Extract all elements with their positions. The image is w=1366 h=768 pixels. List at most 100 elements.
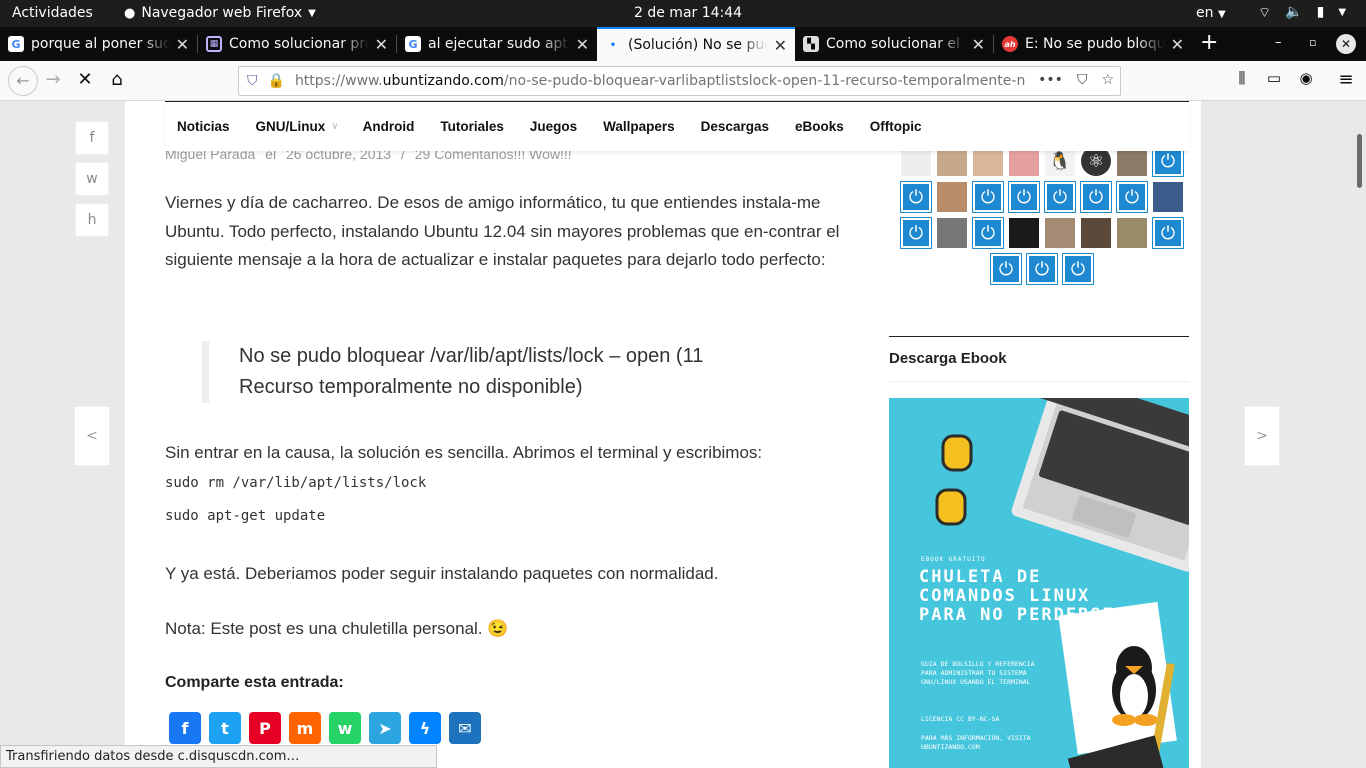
avatar[interactable] <box>1009 218 1039 248</box>
telegram-share-button[interactable]: ➤ <box>369 712 401 744</box>
clapper-icon: ▚ <box>803 36 819 52</box>
tab-bar: G porque al poner sudo ✕ ▦ Como solucion… <box>0 27 1366 61</box>
chevron-down-icon: ▼ <box>1338 7 1347 18</box>
menu-item[interactable]: Tutoriales <box>440 119 504 134</box>
forward-button[interactable]: → <box>41 69 65 90</box>
tab-2[interactable]: ▦ Como solucionar pro ✕ <box>198 27 396 61</box>
power-icon[interactable]: ⏻ <box>973 218 1003 248</box>
back-button[interactable]: ← <box>8 66 38 96</box>
tab-title: E: No se pudo bloque <box>1025 36 1165 52</box>
power-icon[interactable]: ⏻ <box>1009 182 1039 212</box>
pinterest-share-button[interactable]: P <box>249 712 281 744</box>
power-icon[interactable]: ⏻ <box>1045 182 1075 212</box>
language-label: en <box>1196 5 1214 21</box>
hamburger-menu-icon[interactable]: ≡ <box>1334 69 1358 90</box>
chevron-down-icon: ∨ <box>331 121 339 132</box>
system-tray[interactable]: ⌔ 🔈 ▮ ▼ <box>1258 4 1346 22</box>
minimize-button[interactable]: – <box>1275 35 1282 50</box>
power-icon[interactable]: ⏻ <box>1153 218 1183 248</box>
close-icon[interactable]: ✕ <box>1171 35 1184 54</box>
more-actions-icon[interactable]: ••• <box>1038 72 1063 88</box>
meneame-share-button[interactable]: m <box>289 712 321 744</box>
close-icon[interactable]: ✕ <box>576 35 589 54</box>
avatar[interactable] <box>1153 182 1183 212</box>
menu-item[interactable]: Android <box>363 119 415 134</box>
next-post-arrow[interactable]: > <box>1244 406 1280 466</box>
app-name: Navegador web Firefox <box>141 5 303 21</box>
power-icon[interactable]: ⏻ <box>901 218 931 248</box>
power-icon[interactable]: ⏻ <box>901 182 931 212</box>
power-icon[interactable]: ⏻ <box>991 254 1021 284</box>
article-paragraph: Sin entrar en la causa, la solución es s… <box>165 443 763 462</box>
lock-icon[interactable]: 🔒 <box>268 73 285 89</box>
ebook-small-label: EBOOK GRATUITO <box>921 556 986 563</box>
tab-title: Como solucionar el e <box>826 36 966 52</box>
language-indicator[interactable]: en ▼ <box>1196 5 1226 21</box>
google-icon: G <box>8 36 24 52</box>
side-share-hatena[interactable]: h <box>75 203 109 237</box>
close-icon[interactable]: ✕ <box>176 35 189 54</box>
avatar[interactable] <box>1117 218 1147 248</box>
battery-icon: ▮ <box>1316 4 1325 20</box>
close-icon[interactable]: ✕ <box>774 36 787 55</box>
tab-4-active[interactable]: • (Solución) No se pudo ✕ <box>597 27 795 61</box>
tab-title: al ejecutar sudo apt <box>428 36 568 52</box>
bookmark-star-icon[interactable]: ☆ <box>1101 72 1114 88</box>
system-top-bar: Actividades ● Navegador web Firefox ▼ 2 … <box>0 0 1366 27</box>
page-scrollbar-thumb[interactable] <box>1357 134 1362 188</box>
power-icon[interactable]: ⏻ <box>1027 254 1057 284</box>
avatar[interactable] <box>937 182 967 212</box>
close-icon[interactable]: ✕ <box>375 35 388 54</box>
avatar[interactable] <box>1081 218 1111 248</box>
account-icon[interactable]: ◉ <box>1294 69 1318 87</box>
menu-item[interactable]: Offtopic <box>870 119 922 134</box>
menu-item[interactable]: eBooks <box>795 119 844 134</box>
chevron-down-icon: ▼ <box>308 7 316 19</box>
url-bar[interactable]: ⛉ 🔒 https://www. ubuntizando.com/no-se-pu… <box>238 66 1121 96</box>
stop-button[interactable]: ✕ <box>73 69 97 90</box>
home-icon[interactable]: ⌂ <box>105 69 129 90</box>
side-share-whatsapp[interactable]: w <box>75 162 109 196</box>
tab-6[interactable]: ah E: No se pudo bloque ✕ <box>994 27 1192 61</box>
menu-item[interactable]: Wallpapers <box>603 119 675 134</box>
power-icon[interactable]: ⏻ <box>973 182 1003 212</box>
article-paragraph: Nota: Este post es una chuletilla person… <box>165 619 509 638</box>
clock[interactable]: 2 de mar 14:44 <box>634 5 742 21</box>
tracking-shield-icon[interactable]: ⛉ <box>247 73 258 89</box>
whatsapp-share-button[interactable]: w <box>329 712 361 744</box>
page-body: Noticias GNU/Linux ∨ Android Tutoriales J… <box>74 101 1280 768</box>
menu-item[interactable]: Juegos <box>530 119 577 134</box>
app-menu[interactable]: ● Navegador web Firefox ▼ <box>124 5 316 21</box>
avatar[interactable] <box>937 218 967 248</box>
side-share-facebook[interactable]: f <box>75 121 109 155</box>
email-share-button[interactable]: ✉ <box>449 712 481 744</box>
power-icon[interactable]: ⏻ <box>1117 182 1147 212</box>
activities-button[interactable]: Actividades <box>12 5 93 21</box>
tab-3[interactable]: G al ejecutar sudo apt ✕ <box>397 27 597 61</box>
twitter-share-button[interactable]: t <box>209 712 241 744</box>
menu-item[interactable]: Noticias <box>177 119 230 134</box>
close-icon[interactable]: ✕ <box>972 35 985 54</box>
pocket-icon[interactable]: ⛉ <box>1077 72 1088 88</box>
library-icon[interactable]: ⫼ <box>1230 69 1254 87</box>
power-icon[interactable]: ⏻ <box>1081 182 1111 212</box>
menu-item[interactable]: Descargas <box>701 119 769 134</box>
code-line: sudo apt-get update <box>165 508 326 524</box>
ebook-banner[interactable]: EBOOK GRATUITO CHULETA DE COMANDOS LINUX… <box>889 398 1189 768</box>
ebook-description: GUIA DE BOLSILLO Y REFERENCIA PARA ADMIN… <box>921 660 1035 686</box>
menu-item[interactable]: GNU/Linux <box>256 119 326 134</box>
messenger-share-button[interactable]: ϟ <box>409 712 441 744</box>
sidebar-icon[interactable]: ▭ <box>1262 69 1286 87</box>
close-window-button[interactable]: ✕ <box>1336 34 1356 54</box>
grid-icon: ▦ <box>206 36 222 52</box>
facebook-share-button[interactable]: f <box>169 712 201 744</box>
new-tab-button[interactable]: + <box>1200 30 1218 55</box>
tab-1[interactable]: G porque al poner sudo ✕ <box>0 27 197 61</box>
avatar[interactable] <box>1045 218 1075 248</box>
power-icon[interactable]: ⏻ <box>1063 254 1093 284</box>
prev-post-arrow[interactable]: < <box>74 406 110 466</box>
maximize-button[interactable]: ▫ <box>1309 36 1316 49</box>
ebook-title: CHULETA DE COMANDOS LINUX PARA NO PERDER… <box>919 567 1115 625</box>
chevron-down-icon: ▼ <box>1217 9 1226 20</box>
tab-5[interactable]: ▚ Como solucionar el e ✕ <box>795 27 993 61</box>
